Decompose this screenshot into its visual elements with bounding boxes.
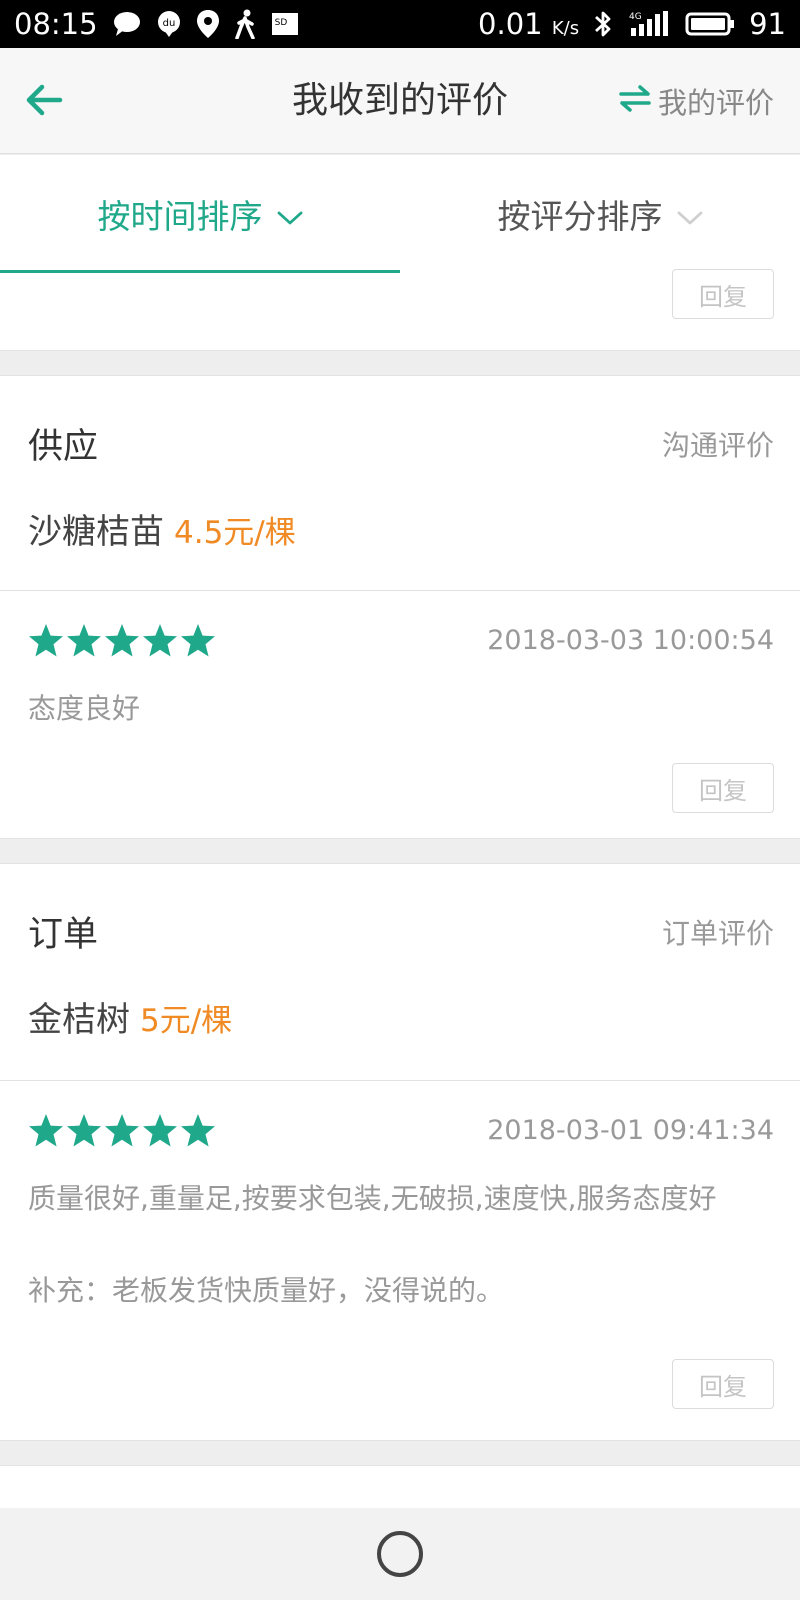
star-icon: [143, 624, 177, 657]
product-line: 沙糖桔苗 4.5元/棵: [28, 504, 296, 553]
review-timestamp: 2018-03-01 09:41:34: [487, 1115, 774, 1146]
system-nav-bar: [0, 1508, 800, 1600]
product-line: 金桔树 5元/棵: [28, 992, 232, 1041]
arrow-left-icon: [22, 84, 70, 128]
star-icon: [29, 624, 63, 657]
my-reviews-button[interactable]: 我的评价: [618, 48, 774, 154]
tab-label: 按评分排序: [497, 197, 663, 236]
message-icon: [112, 11, 142, 37]
net-speed-unit: K/s: [551, 18, 580, 39]
star-icon: [143, 1114, 177, 1147]
product-price: 4.5元/棵: [174, 515, 296, 551]
star-icon: [181, 624, 215, 657]
svg-text:4G: 4G: [629, 12, 642, 22]
review-card-header: 订单 订单评价 金桔树 5元/棵: [0, 863, 800, 1081]
review-kind: 订单: [28, 915, 99, 955]
review-timestamp: 2018-03-03 10:00:54: [487, 625, 774, 656]
review-kind: 供应: [28, 427, 99, 467]
review-type: 订单评价: [661, 917, 774, 950]
status-time: 08:15: [14, 7, 98, 41]
review-type: 沟通评价: [661, 429, 774, 462]
star-icon: [105, 624, 139, 657]
my-reviews-label: 我的评价: [657, 86, 774, 120]
net-speed-value: 0.01: [478, 7, 543, 41]
star-icon: [29, 1114, 63, 1147]
sort-tabs: 按时间排序 按评分排序: [0, 155, 800, 273]
du-icon: du: [156, 10, 182, 38]
review-card-partial: 回复: [0, 269, 800, 351]
review-card-header: 供应 沟通评价 沙糖桔苗 4.5元/棵: [0, 375, 800, 591]
star-icon: [181, 1114, 215, 1147]
reply-button[interactable]: 回复: [672, 763, 774, 813]
status-bar: 08:15 du SD 0.01 K/s 4G 91: [0, 0, 800, 48]
star-icon: [67, 1114, 101, 1147]
product-name: 金桔树: [28, 1000, 130, 1040]
nav-bar: 我收到的评价 我的评价: [0, 48, 800, 154]
back-button[interactable]: [22, 76, 70, 124]
reply-button[interactable]: 回复: [672, 269, 774, 319]
review-comment: 质量很好,重量足,按要求包装,无破损,速度快,服务态度好: [28, 1182, 717, 1215]
tab-label: 按时间排序: [97, 197, 263, 236]
review-card-body: 2018-03-01 09:41:34 质量很好,重量足,按要求包装,无破损,速…: [0, 1081, 800, 1441]
svg-text:du: du: [162, 18, 175, 29]
review-card-body: 2018-03-03 10:00:54 态度良好 回复: [0, 591, 800, 839]
location-icon: [196, 9, 220, 39]
review-comment: 态度良好: [28, 692, 141, 725]
rating-stars: [28, 1113, 216, 1149]
star-icon: [67, 624, 101, 657]
signal-4g-icon: 4G: [627, 10, 671, 38]
swap-icon: [618, 84, 652, 119]
home-button[interactable]: [377, 1531, 423, 1577]
star-icon: [105, 1114, 139, 1147]
walk-icon: [234, 9, 256, 39]
chevron-down-icon: [277, 195, 303, 234]
svg-text:SD: SD: [274, 18, 287, 28]
chevron-down-icon: [677, 195, 703, 234]
rating-stars: [28, 623, 216, 659]
battery-level: 91: [749, 7, 786, 41]
net-speed: 0.01 K/s: [478, 7, 579, 41]
product-name: 沙糖桔苗: [28, 512, 164, 552]
sd-card-icon: SD: [270, 11, 300, 37]
bluetooth-icon: [593, 9, 613, 39]
review-supplement: 补充：老板发货快质量好，没得说的。: [28, 1274, 505, 1307]
tab-sort-by-rating[interactable]: 按评分排序: [400, 155, 800, 273]
product-price: 5元/棵: [140, 1003, 233, 1039]
battery-icon: [685, 11, 735, 37]
tab-sort-by-time[interactable]: 按时间排序: [0, 155, 400, 273]
reply-button[interactable]: 回复: [672, 1359, 774, 1409]
